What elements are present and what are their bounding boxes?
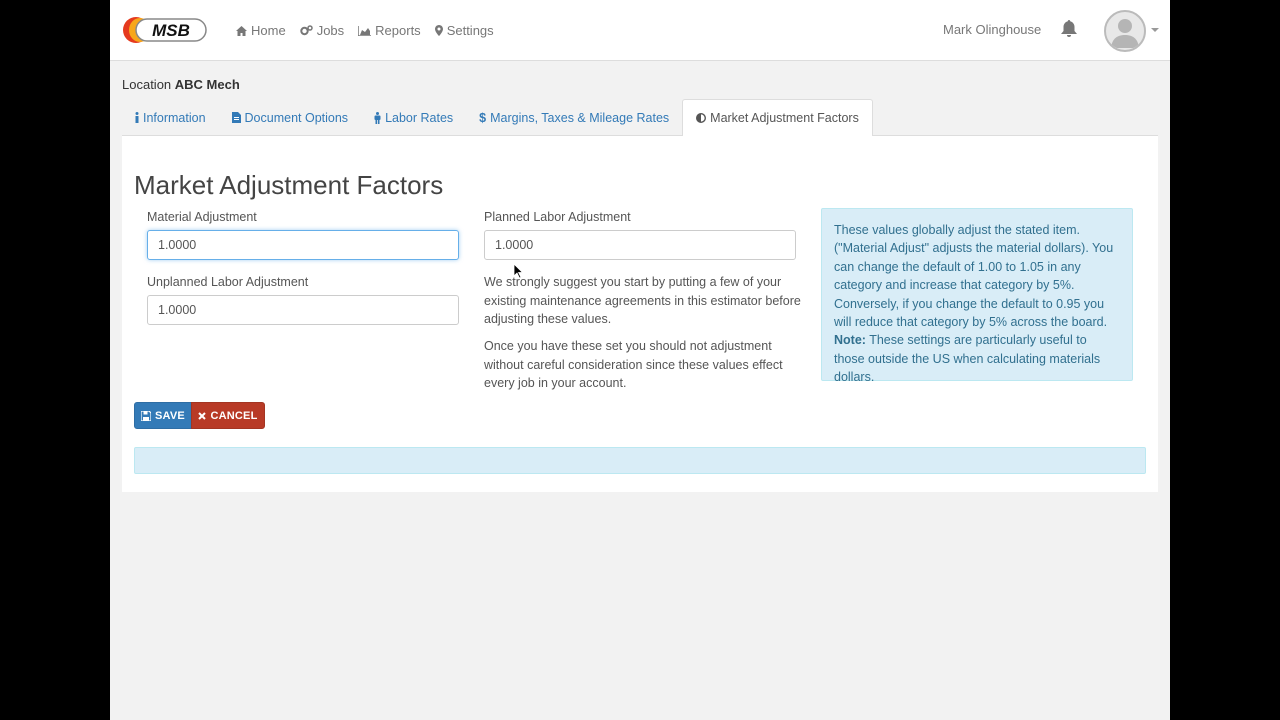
unplanned-labor-adjustment-label: Unplanned Labor Adjustment bbox=[147, 275, 309, 289]
page-title: Market Adjustment Factors bbox=[134, 170, 444, 200]
tab-labor-rates-label: Labor Rates bbox=[385, 110, 454, 125]
save-button[interactable]: SAVE bbox=[134, 402, 192, 429]
user-avatar[interactable] bbox=[1104, 10, 1146, 52]
map-marker-icon bbox=[434, 25, 443, 36]
brand-logo[interactable]: MSB bbox=[122, 16, 208, 44]
nav-jobs[interactable]: Jobs bbox=[299, 23, 345, 38]
mouse-pointer-icon bbox=[514, 264, 524, 279]
nav-home-label: Home bbox=[251, 23, 286, 38]
tab-information[interactable]: Information bbox=[122, 99, 219, 136]
adjust-icon bbox=[696, 113, 707, 123]
suggestion-paragraph: We strongly suggest you start by putting… bbox=[484, 275, 801, 326]
cancel-button-label: CANCEL bbox=[210, 409, 258, 422]
info-note-label: Note: bbox=[834, 333, 866, 348]
user-menu-chevron-down-icon[interactable] bbox=[1151, 28, 1159, 32]
nav-reports-label: Reports bbox=[375, 23, 421, 38]
top-navbar: MSB Home Jobs Reports Settings Mark Olin… bbox=[110, 0, 1170, 61]
brand-text: MSB bbox=[152, 21, 190, 40]
tab-market-adjustment-factors-label: Market Adjustment Factors bbox=[710, 111, 859, 125]
home-icon bbox=[236, 25, 247, 36]
dollar-icon: $ bbox=[479, 110, 487, 125]
main-nav: Home Jobs Reports Settings bbox=[236, 0, 508, 61]
planned-labor-adjustment-input[interactable] bbox=[484, 230, 796, 260]
nav-jobs-label: Jobs bbox=[316, 23, 345, 38]
user-name[interactable]: Mark Olinghouse bbox=[943, 22, 1041, 37]
location-name: ABC Mech bbox=[174, 77, 240, 92]
close-icon bbox=[198, 411, 207, 420]
info-note-text: These settings are particularly useful t… bbox=[834, 333, 1101, 385]
notifications-bell-icon[interactable] bbox=[1061, 20, 1077, 41]
info-icon bbox=[135, 112, 139, 123]
area-chart-icon bbox=[358, 25, 372, 36]
unplanned-labor-adjustment-input[interactable] bbox=[147, 295, 459, 325]
cancel-button[interactable]: CANCEL bbox=[191, 402, 265, 429]
app-window: MSB Home Jobs Reports Settings Mark Olin… bbox=[110, 0, 1170, 720]
planned-labor-adjustment-label: Planned Labor Adjustment bbox=[484, 210, 631, 224]
nav-home[interactable]: Home bbox=[236, 23, 286, 38]
tab-margins-taxes[interactable]: $ Margins, Taxes & Mileage Rates bbox=[466, 99, 682, 136]
save-button-label: SAVE bbox=[155, 409, 185, 422]
tab-document-options-label: Document Options bbox=[244, 110, 349, 125]
tab-market-adjustment-factors[interactable]: Market Adjustment Factors bbox=[682, 99, 873, 137]
material-adjustment-input[interactable] bbox=[147, 230, 459, 260]
nav-settings[interactable]: Settings bbox=[434, 23, 494, 38]
gears-icon bbox=[299, 25, 313, 36]
info-callout-text: These values globally adjust the stated … bbox=[834, 223, 1114, 330]
caution-paragraph: Once you have these set you should not a… bbox=[484, 339, 783, 390]
tab-margins-taxes-label: Margins, Taxes & Mileage Rates bbox=[490, 110, 670, 125]
status-alert-bar bbox=[134, 447, 1146, 474]
file-text-icon bbox=[231, 112, 241, 123]
nav-reports[interactable]: Reports bbox=[358, 23, 421, 38]
male-icon bbox=[374, 111, 381, 124]
floppy-disk-icon bbox=[141, 410, 152, 421]
tab-labor-rates[interactable]: Labor Rates bbox=[361, 99, 466, 136]
location-line: Location ABC Mech bbox=[122, 77, 240, 92]
content-panel: Market Adjustment Factors Material Adjus… bbox=[122, 136, 1158, 492]
material-adjustment-label: Material Adjustment bbox=[147, 210, 257, 224]
nav-settings-label: Settings bbox=[446, 23, 494, 38]
tab-information-label: Information bbox=[143, 110, 206, 125]
location-label: Location bbox=[122, 77, 172, 92]
tab-document-options[interactable]: Document Options bbox=[219, 99, 362, 136]
settings-tabs: Information Document Options Labor Rates… bbox=[122, 99, 1158, 137]
info-callout: These values globally adjust the stated … bbox=[821, 208, 1133, 385]
